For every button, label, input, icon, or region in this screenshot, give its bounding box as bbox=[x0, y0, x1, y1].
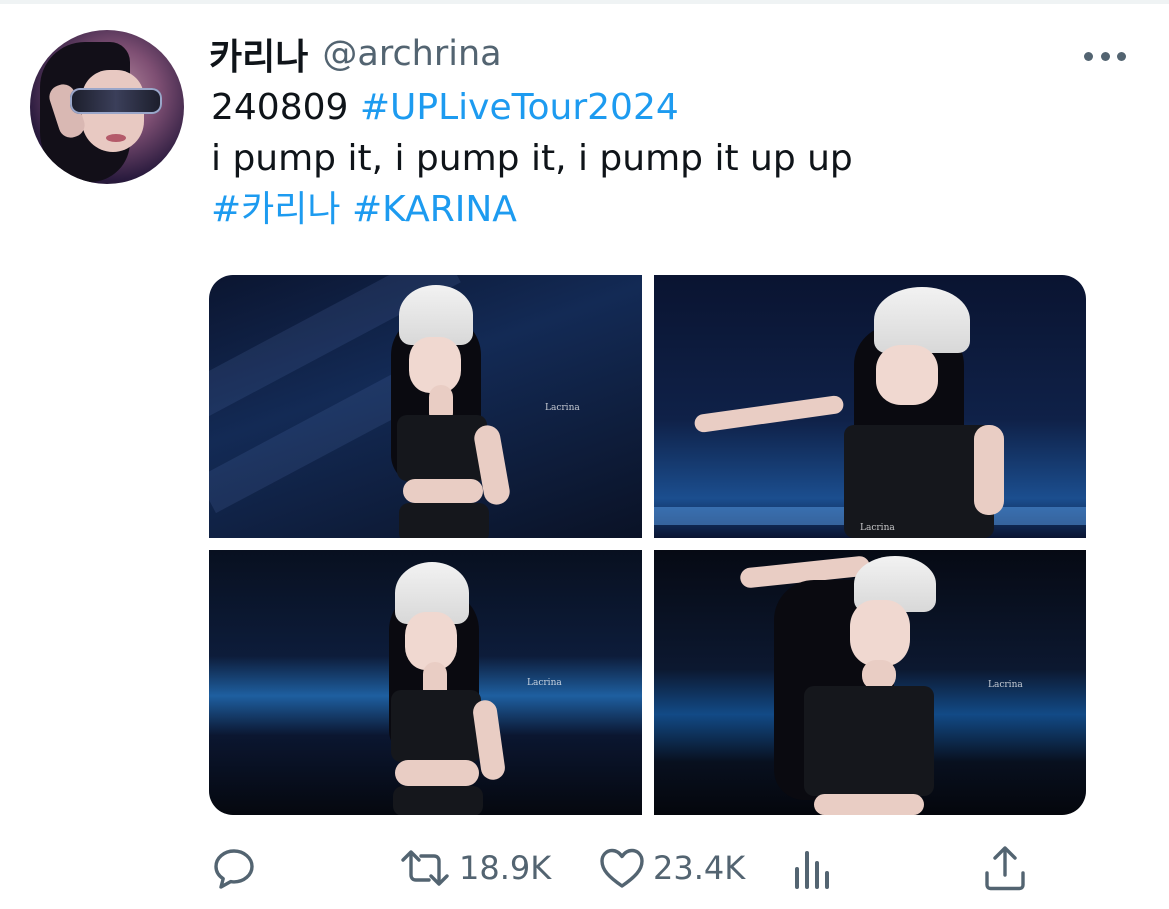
performer-vest bbox=[844, 425, 994, 538]
performer-face bbox=[409, 337, 461, 393]
performer-beanie bbox=[399, 285, 473, 345]
photo-watermark: Lacrina bbox=[527, 678, 562, 688]
tweet-text-line-1: 240809 #UPLiveTour2024 bbox=[211, 83, 679, 133]
display-name[interactable]: 카리나 bbox=[209, 28, 308, 80]
media-photo-4[interactable]: Lacrina bbox=[654, 550, 1086, 815]
performer-waist bbox=[814, 794, 924, 815]
hashtag-uplivetour[interactable]: #UPLiveTour2024 bbox=[360, 87, 679, 128]
top-divider bbox=[0, 0, 1169, 4]
views-bar-chart-icon bbox=[795, 851, 829, 889]
avatar[interactable] bbox=[30, 30, 184, 184]
performer-waist bbox=[403, 479, 483, 503]
photo-watermark: Lacrina bbox=[860, 523, 895, 533]
avatar-lips bbox=[106, 134, 126, 142]
performer-arm bbox=[974, 425, 1004, 515]
tweet-date-prefix: 240809 bbox=[211, 87, 349, 128]
photo-watermark: Lacrina bbox=[545, 403, 580, 413]
retweet-button[interactable]: 18.9K bbox=[397, 838, 551, 898]
retweet-icon bbox=[401, 850, 449, 886]
performer-figure bbox=[349, 550, 642, 815]
retweet-count: 18.9K bbox=[459, 849, 552, 887]
tweet-text-line-3: #카리나 #KARINA bbox=[211, 185, 517, 235]
more-horizontal-icon bbox=[1117, 51, 1126, 61]
performer-pointing-arm bbox=[693, 394, 845, 434]
reply-icon bbox=[214, 849, 254, 889]
hashtag-karina-korean[interactable]: #카리나 bbox=[211, 189, 341, 230]
performer-vest bbox=[804, 686, 934, 796]
performer-face bbox=[405, 612, 457, 670]
performer-top bbox=[397, 415, 487, 481]
performer-bottom bbox=[393, 786, 483, 815]
more-options-button[interactable] bbox=[1084, 46, 1126, 66]
like-button[interactable]: 23.4K bbox=[597, 838, 745, 898]
hashtag-karina-english[interactable]: #KARINA bbox=[352, 189, 517, 230]
performer-face bbox=[850, 600, 910, 666]
user-handle[interactable]: @archrina bbox=[322, 34, 501, 74]
performer-figure bbox=[329, 275, 642, 538]
more-horizontal-icon bbox=[1084, 51, 1093, 61]
reply-button[interactable] bbox=[209, 838, 259, 898]
more-horizontal-icon bbox=[1100, 51, 1110, 61]
performer-figure bbox=[654, 275, 1086, 538]
media-photo-3[interactable]: Lacrina bbox=[209, 550, 642, 815]
media-grid: Lacrina Lacrina Lacrina Lacrina bbox=[209, 275, 1086, 815]
performer-face bbox=[876, 345, 938, 405]
photo-watermark: Lacrina bbox=[988, 680, 1023, 690]
media-photo-2[interactable]: Lacrina bbox=[654, 275, 1086, 538]
tweet-actions-bar: 18.9K 23.4K bbox=[209, 838, 1029, 898]
tweet-text-line-2: i pump it, i pump it, i pump it up up bbox=[211, 138, 853, 179]
like-count: 23.4K bbox=[653, 849, 746, 887]
share-button[interactable] bbox=[981, 838, 1029, 898]
tweet-header: 카리나 @archrina bbox=[209, 32, 502, 78]
share-icon bbox=[985, 846, 1025, 891]
performer-top bbox=[391, 690, 481, 762]
performer-beanie bbox=[874, 287, 970, 353]
performer-waist bbox=[395, 760, 479, 786]
media-photo-1[interactable]: Lacrina bbox=[209, 275, 642, 538]
heart-icon bbox=[600, 848, 644, 888]
views-button[interactable] bbox=[791, 838, 835, 898]
performer-bottom bbox=[399, 503, 489, 538]
avatar-sunglasses bbox=[70, 88, 162, 114]
